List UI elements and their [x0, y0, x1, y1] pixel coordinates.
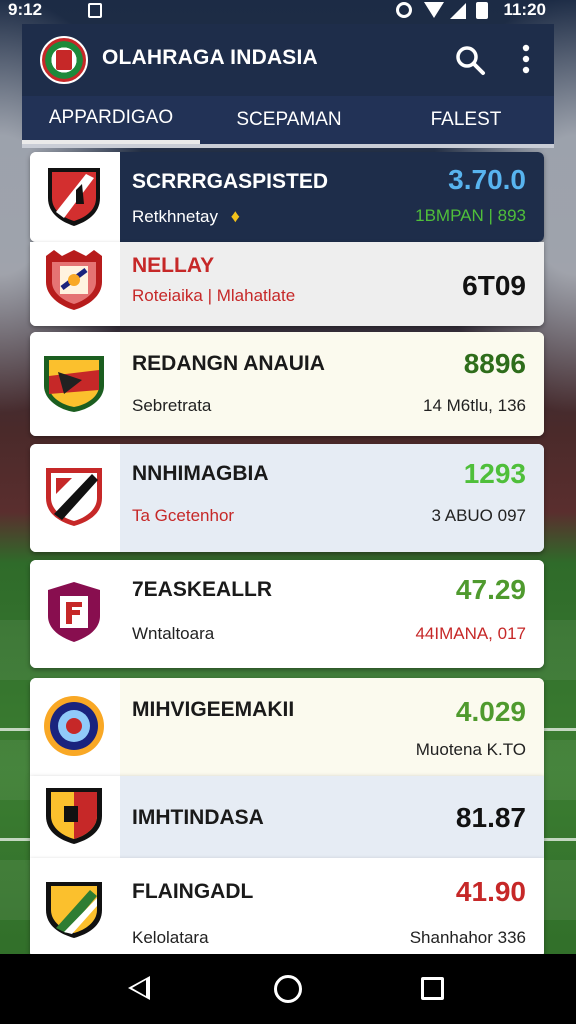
item-info: NNHIMAGBIA Ta Gcetenhor 1293 3 ABUO 097: [120, 444, 544, 552]
item-name: REDANGN ANAUIA: [132, 352, 325, 375]
system-nav-bar: [0, 954, 576, 1024]
item-name: NELLAY: [132, 254, 215, 277]
battery-icon: [476, 2, 488, 19]
more-options-icon[interactable]: [514, 42, 538, 76]
list-item[interactable]: NELLAY Roteiaika | Mlahatlate 6T09: [30, 242, 544, 326]
item-subtitle-text: Retkhnetay: [132, 207, 218, 226]
item-info: REDANGN ANAUIA Sebretrata 8896 14 M6tlu,…: [120, 332, 544, 436]
recent-apps-icon[interactable]: [421, 977, 444, 1000]
tab-label: FALEST: [430, 109, 502, 130]
tab-falest[interactable]: FALEST: [378, 96, 554, 144]
list-item[interactable]: 7EASKEALLR Wntaltoara 47.29 44IMANA, 017: [30, 560, 544, 668]
tab-label: SCEPAMAN: [236, 109, 342, 130]
tab-scepaman[interactable]: SCEPAMAN: [200, 96, 378, 144]
list-item[interactable]: FLAINGADL Kelolatara 41.90 Shanhahor 336: [30, 858, 544, 958]
notification-icon: [88, 3, 102, 18]
tab-bar: APPARDIGAO SCEPAMAN FALEST: [22, 96, 554, 148]
home-icon[interactable]: [274, 975, 302, 1003]
item-info: FLAINGADL Kelolatara 41.90 Shanhahor 336: [120, 858, 544, 958]
list-item[interactable]: IMHTINDASA 81.87: [30, 776, 544, 858]
item-info: IMHTINDASA 81.87: [120, 776, 544, 858]
status-bar: 9:12 11:20: [0, 0, 576, 22]
crest-cell: [30, 152, 120, 242]
list-item[interactable]: MIHVIGEEMAKII 4.029 Muotena K.TO: [30, 678, 544, 776]
item-score: 41.90: [455, 876, 526, 907]
item-info: NELLAY Roteiaika | Mlahatlate 6T09: [120, 242, 544, 326]
item-subtitle: Retkhnetay ♦: [132, 206, 240, 227]
alarm-icon: [396, 2, 412, 18]
back-icon[interactable]: [128, 976, 150, 1000]
status-time: 9:12: [8, 0, 43, 19]
app-bar: OLAHRAGA INDASIA: [22, 24, 554, 96]
item-meta: Shanhahor 336: [409, 928, 526, 947]
club-crest-icon: [48, 168, 100, 226]
club-crest-icon: [46, 882, 102, 938]
item-info: MIHVIGEEMAKII 4.029 Muotena K.TO: [120, 678, 544, 776]
item-subtitle: Kelolatara: [132, 928, 209, 947]
signal-icon: [450, 3, 466, 19]
item-subtitle: Ta Gcetenhor: [132, 506, 235, 525]
item-info: 7EASKEALLR Wntaltoara 47.29 44IMANA, 017: [120, 560, 544, 668]
item-name: IMHTINDASA: [132, 806, 264, 829]
crest-cell: [30, 332, 120, 436]
item-subtitle: Wntaltoara: [132, 624, 215, 643]
list-item[interactable]: NNHIMAGBIA Ta Gcetenhor 1293 3 ABUO 097: [30, 444, 544, 552]
crest-cell: [30, 678, 120, 776]
status-clock: 11:20: [503, 0, 546, 19]
item-score: 6T09: [462, 270, 526, 301]
item-name: NNHIMAGBIA: [132, 462, 269, 485]
results-list: SCRRRGASPISTED Retkhnetay ♦ 3.70.0 1BMPA…: [30, 152, 546, 958]
club-crest-icon: [44, 696, 104, 756]
item-meta: Muotena K.TO: [415, 740, 526, 759]
item-meta: 1BMPAN | 893: [415, 206, 526, 225]
wifi-icon: [424, 2, 444, 18]
crest-cell: [30, 776, 120, 858]
crest-cell: [30, 858, 120, 958]
item-meta: 14 M6tlu, 136: [422, 396, 526, 415]
item-meta: 3 ABUO 097: [431, 506, 526, 525]
list-item[interactable]: REDANGN ANAUIA Sebretrata 8896 14 M6tlu,…: [30, 332, 544, 436]
list-item[interactable]: SCRRRGASPISTED Retkhnetay ♦ 3.70.0 1BMPA…: [30, 152, 544, 242]
crest-cell: [30, 560, 120, 668]
item-name: FLAINGADL: [132, 880, 254, 903]
item-info: SCRRRGASPISTED Retkhnetay ♦ 3.70.0 1BMPA…: [120, 152, 544, 242]
trophy-icon: ♦: [230, 206, 240, 226]
item-name: SCRRRGASPISTED: [132, 170, 329, 193]
item-subtitle: Sebretrata: [132, 396, 212, 415]
club-crest-icon: [46, 788, 102, 844]
item-score: 1293: [463, 458, 526, 489]
crest-cell: [30, 242, 120, 326]
tab-appardigao[interactable]: APPARDIGAO: [22, 96, 200, 144]
app-title: OLAHRAGA INDASIA: [102, 46, 318, 69]
club-crest-icon: [48, 582, 100, 642]
club-crest-icon: [44, 356, 104, 412]
item-name: MIHVIGEEMAKII: [132, 698, 295, 721]
app-logo: [40, 36, 88, 84]
item-subtitle: Roteiaika | Mlahatlate: [132, 286, 296, 305]
item-score: 47.29: [455, 574, 526, 605]
search-icon[interactable]: [454, 44, 486, 76]
club-crest-icon: [46, 468, 102, 526]
item-score: 81.87: [455, 802, 526, 833]
item-name: 7EASKEALLR: [132, 578, 273, 601]
club-crest-icon: [46, 250, 102, 310]
item-score: 3.70.0: [448, 164, 526, 195]
item-score: 8896: [463, 348, 526, 379]
tab-label: APPARDIGAO: [48, 107, 174, 128]
crest-cell: [30, 444, 120, 552]
item-score: 4.029: [455, 696, 526, 727]
item-meta: 44IMANA, 017: [415, 624, 526, 643]
